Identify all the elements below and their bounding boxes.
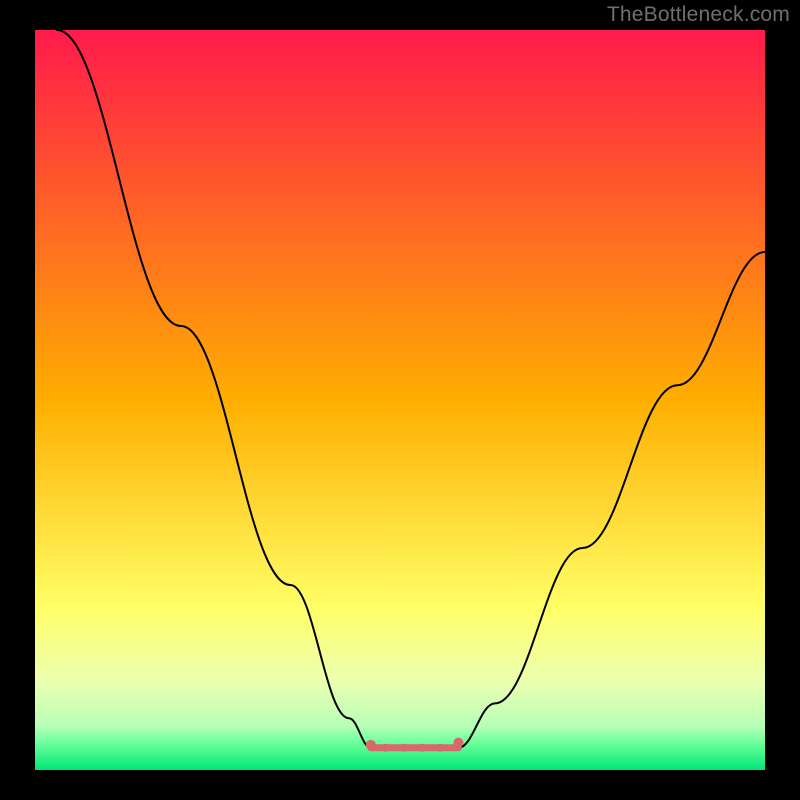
watermark-text: TheBottleneck.com [607, 3, 790, 27]
bottleneck-curve-chart [35, 30, 765, 770]
marker-dot-4 [436, 744, 444, 752]
gradient-background [35, 30, 765, 770]
marker-dot-5 [453, 738, 463, 748]
plot-area [35, 30, 765, 770]
marker-dot-1 [381, 744, 389, 752]
marker-dot-2 [400, 744, 408, 752]
marker-dot-3 [418, 744, 426, 752]
marker-dot-0 [366, 740, 376, 750]
chart-frame: TheBottleneck.com [0, 0, 800, 800]
